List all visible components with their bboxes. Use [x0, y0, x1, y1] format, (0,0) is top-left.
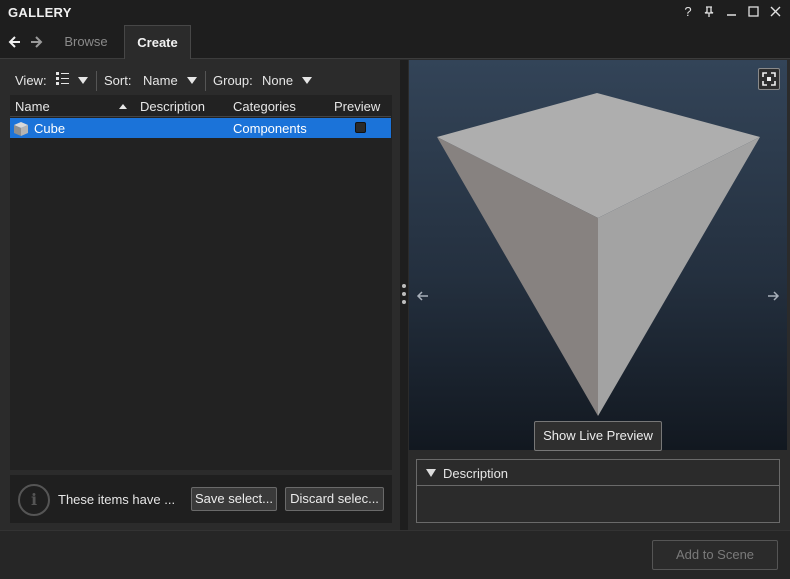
cube-icon [13, 121, 29, 137]
window-title: GALLERY [8, 5, 72, 20]
group-dropdown[interactable]: None [262, 73, 293, 88]
show-live-preview-button[interactable]: Show Live Preview [534, 421, 662, 451]
panel-splitter[interactable] [400, 60, 408, 530]
cube-preview-image [437, 93, 760, 416]
title-bar: GALLERY ? [0, 0, 790, 25]
gallery-list-panel: View: Sort: Name Group: None Name Descri… [0, 60, 400, 530]
column-header-name[interactable]: Name [15, 99, 50, 114]
item-list: Name Description Categories Preview Cube… [10, 95, 392, 470]
pin-icon[interactable] [699, 2, 719, 22]
sort-dropdown[interactable]: Name [143, 73, 178, 88]
list-view-icon[interactable] [56, 71, 70, 90]
preview-checkbox[interactable] [355, 122, 366, 133]
info-bar: i These items have ... Save select... Di… [10, 475, 392, 523]
group-dropdown-caret-icon[interactable] [302, 77, 312, 84]
list-header: Name Description Categories Preview [10, 95, 391, 117]
view-label: View: [15, 73, 47, 88]
save-selection-button[interactable]: Save select... [191, 487, 277, 511]
description-panel: Description [416, 459, 780, 523]
description-title: Description [443, 466, 509, 481]
discard-selection-button[interactable]: Discard selec... [285, 487, 384, 511]
help-button[interactable]: ? [678, 2, 698, 22]
column-header-description[interactable]: Description [140, 99, 205, 114]
previous-item-arrow-icon[interactable] [416, 289, 430, 303]
sort-dropdown-caret-icon[interactable] [187, 77, 197, 84]
column-header-categories[interactable]: Categories [233, 99, 296, 114]
footer-bar: Add to Scene [0, 530, 790, 579]
next-item-arrow-icon[interactable] [766, 289, 780, 303]
fullscreen-icon [762, 72, 776, 86]
back-arrow-icon[interactable] [8, 34, 24, 50]
column-header-preview[interactable]: Preview [334, 99, 380, 114]
add-to-scene-button[interactable]: Add to Scene [652, 540, 778, 570]
info-message: These items have ... [58, 492, 176, 507]
minimize-icon[interactable] [721, 2, 741, 22]
item-name: Cube [34, 121, 66, 136]
close-icon[interactable] [765, 2, 785, 22]
toolbar-divider [205, 71, 206, 91]
preview-viewport[interactable]: Show Live Preview [409, 60, 787, 451]
tab-create[interactable]: Create [124, 25, 191, 59]
collapse-caret-icon[interactable] [426, 469, 436, 477]
tab-bar: Browse Create [0, 25, 790, 59]
maximize-icon[interactable] [743, 2, 763, 22]
sort-ascending-icon [119, 104, 127, 109]
group-label: Group: [213, 73, 253, 88]
description-header[interactable]: Description [417, 460, 779, 486]
list-item[interactable]: Cube Components [10, 118, 391, 138]
info-icon: i [18, 484, 50, 516]
fullscreen-button[interactable] [758, 68, 780, 90]
sort-label: Sort: [104, 73, 132, 88]
tab-browse[interactable]: Browse [48, 25, 124, 59]
view-dropdown-caret-icon[interactable] [78, 77, 88, 84]
toolbar-divider [96, 71, 97, 91]
forward-arrow-icon[interactable] [29, 34, 45, 50]
item-category: Components [233, 121, 307, 136]
list-toolbar: View: Sort: Name Group: None [10, 69, 392, 93]
